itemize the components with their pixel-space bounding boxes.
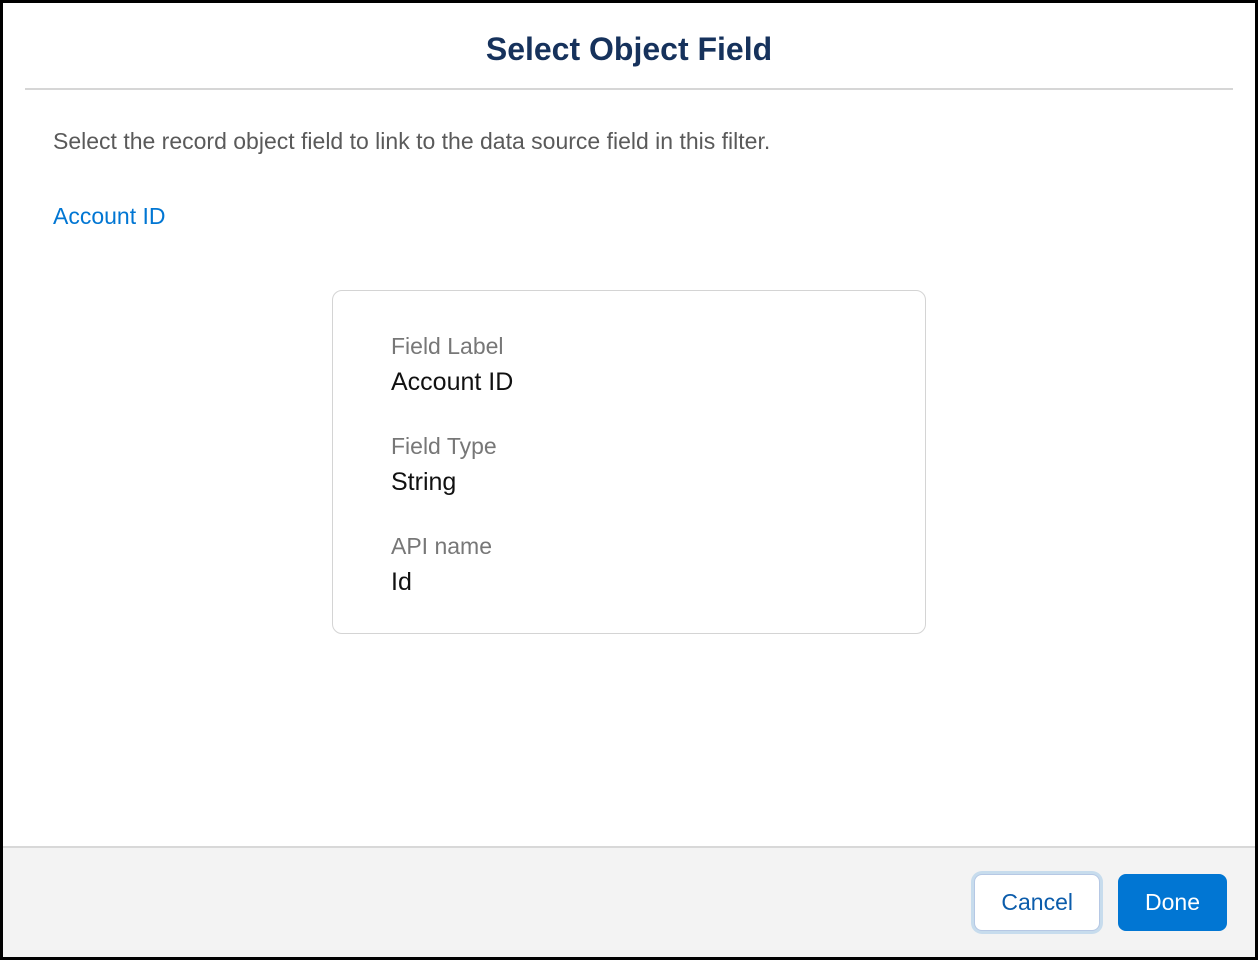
api-name-value: Id [391,568,867,597]
breadcrumb: Account ID [53,203,1205,230]
done-button[interactable]: Done [1118,874,1227,931]
field-label-caption: Field Label [391,333,867,360]
api-name-caption: API name [391,533,867,560]
dialog-header: Select Object Field [3,3,1255,88]
instruction-text: Select the record object field to link t… [53,128,1205,155]
detail-card-wrap: Field Label Account ID Field Type String… [53,290,1205,634]
cancel-button[interactable]: Cancel [974,874,1100,931]
dialog-title: Select Object Field [23,31,1235,68]
breadcrumb-link-account-id[interactable]: Account ID [53,203,166,229]
dialog-content: Select the record object field to link t… [3,90,1255,846]
field-label-group: Field Label Account ID [391,333,867,397]
field-type-value: String [391,468,867,497]
field-label-value: Account ID [391,368,867,397]
field-type-caption: Field Type [391,433,867,460]
field-detail-card: Field Label Account ID Field Type String… [332,290,926,634]
dialog-footer: Cancel Done [3,846,1255,957]
api-name-group: API name Id [391,533,867,597]
field-type-group: Field Type String [391,433,867,497]
